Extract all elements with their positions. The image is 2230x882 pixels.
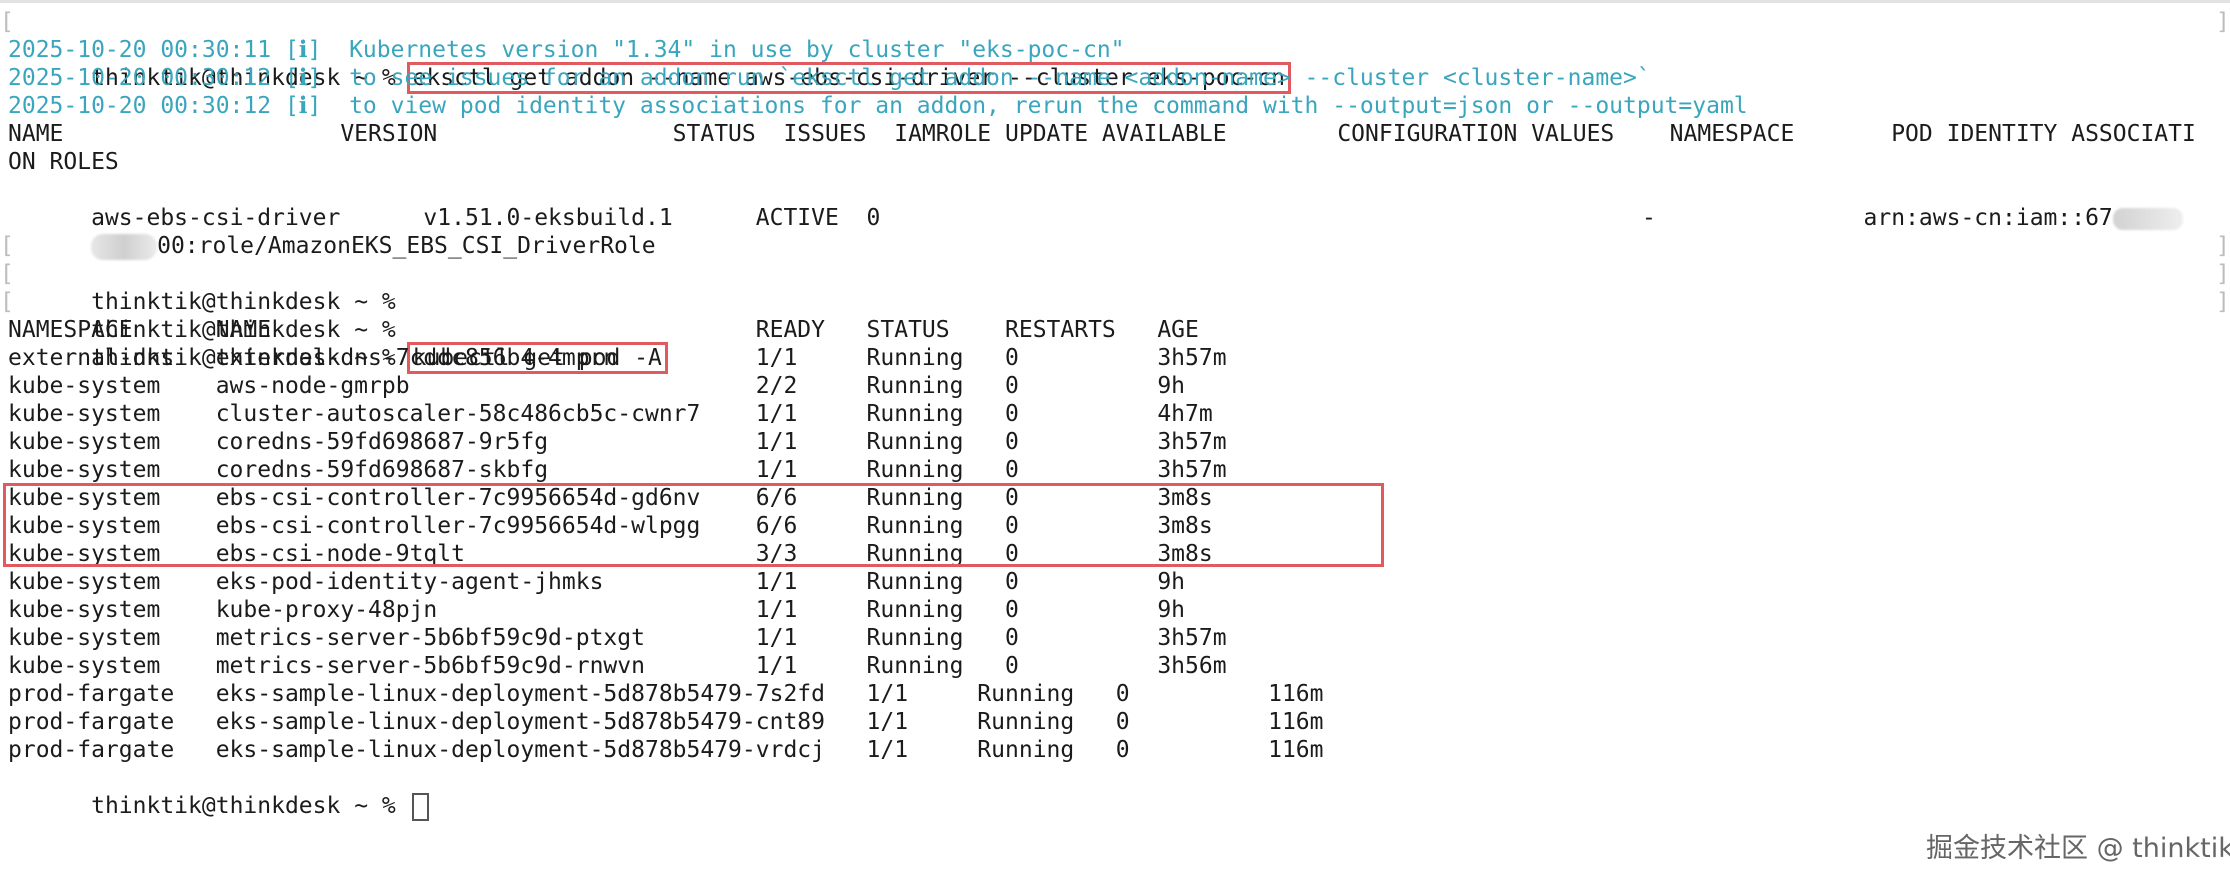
pod-row: kube-system metrics-server-5b6bf59c9d-pt… — [8, 625, 1227, 651]
addon-row: aws-ebs-csi-driver v1.51.0-eksbuild.1 AC… — [8, 176, 2222, 231]
watermark: 掘金技术社区 @ thinktik — [1926, 833, 2230, 864]
pod-row: kube-system kube-proxy-48pjn 1/1 Running… — [8, 597, 1186, 623]
line-bracket-right: ] — [2216, 261, 2230, 287]
current-prompt-line[interactable]: thinktik@thinkdesk ~ % — [8, 764, 2222, 821]
line-bracket-right: ] — [2216, 233, 2230, 259]
info-line-2: 2025-10-20 00:30:12 [ℹ] to see issues fo… — [8, 65, 1651, 91]
pod-row: kube-system eks-pod-identity-agent-jhmks… — [8, 569, 1186, 595]
info-line-1: 2025-10-20 00:30:11 [ℹ] Kubernetes versi… — [8, 37, 1125, 63]
top-border — [0, 0, 2230, 3]
line-bracket-left: [ — [0, 233, 14, 259]
addon-row-wrap: 00:role/AmazonEKS_EBS_CSI_DriverRole — [8, 204, 2222, 260]
line-bracket-right: ] — [2216, 289, 2230, 315]
terminal-window[interactable]: [ thinktik@thinkdesk ~ % eksctl get addo… — [0, 0, 2230, 882]
line-bracket-left: [ — [0, 289, 14, 315]
block-cursor-icon[interactable] — [411, 792, 429, 821]
pod-row: kube-system coredns-59fd698687-skbfg 1/1… — [8, 457, 1227, 483]
pod-row: kube-system cluster-autoscaler-58c486cb5… — [8, 401, 1213, 427]
pod-row: kube-system coredns-59fd698687-9r5fg 1/1… — [8, 429, 1227, 455]
prompt-line: [ thinktik@thinkdesk ~ % ] — [0, 260, 2230, 343]
pod-table-header: NAMESPACE NAME READY STATUS RESTARTS AGE — [8, 317, 1199, 343]
prompt: thinktik@thinkdesk ~ % — [91, 793, 410, 819]
pod-row: kube-system metrics-server-5b6bf59c9d-rn… — [8, 653, 1227, 679]
pod-row: kube-system aws-node-gmrpb 2/2 Running 0… — [8, 373, 1186, 399]
pod-row: prod-fargate eks-sample-linux-deployment… — [8, 737, 1324, 763]
terminal-output: [ thinktik@thinkdesk ~ % eksctl get addo… — [0, 8, 2230, 821]
line-bracket-left: [ — [0, 9, 14, 35]
pod-row: external-dns external-dns-7cddc856b4-4mp… — [8, 345, 1227, 371]
kubectl-line: [ thinktik@thinkdesk ~ % kubectl get pod… — [0, 288, 2230, 374]
line-1: [ thinktik@thinkdesk ~ % eksctl get addo… — [0, 8, 2230, 94]
line-bracket-left: [ — [0, 261, 14, 287]
ebs-csi-highlight-box — [3, 483, 1384, 567]
info-line-3: 2025-10-20 00:30:12 [ℹ] to view pod iden… — [8, 93, 1748, 119]
addon-table-header-wrap: ON ROLES — [8, 149, 119, 175]
addon-table-header: NAME VERSION STATUS ISSUES IAMROLE UPDAT… — [8, 121, 2196, 147]
line-bracket-right: ] — [2216, 9, 2230, 35]
pod-row: prod-fargate eks-sample-linux-deployment… — [8, 681, 1324, 707]
prompt-line: [ thinktik@thinkdesk ~ % ] — [0, 232, 2230, 315]
pod-row: prod-fargate eks-sample-linux-deployment… — [8, 709, 1324, 735]
